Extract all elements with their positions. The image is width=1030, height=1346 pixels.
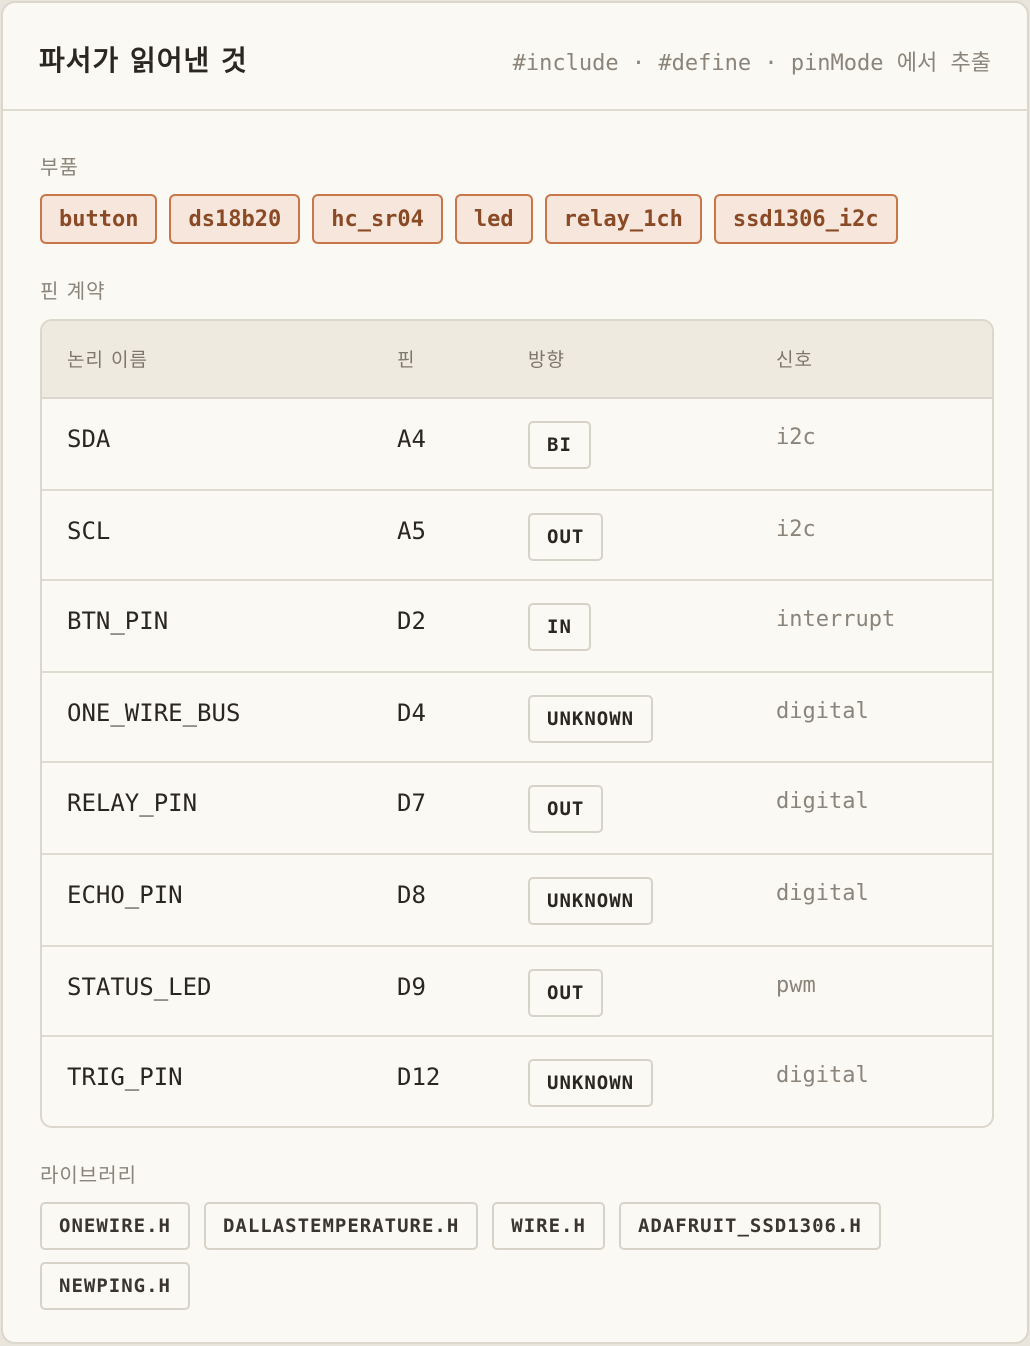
pin-number: D9 bbox=[397, 973, 426, 1001]
column-header-name: 논리 이름 bbox=[67, 349, 148, 371]
pin-contract-label: 핀 계약 bbox=[40, 279, 106, 303]
pin-number: D2 bbox=[397, 607, 426, 635]
component-chip-list: button ds18b20 hc_sr04 led relay_1ch ssd… bbox=[40, 194, 898, 244]
pin-name: BTN_PIN bbox=[67, 607, 169, 635]
table-row: SCL A5 OUT i2c bbox=[42, 491, 992, 581]
pin-name: TRIG_PIN bbox=[67, 1063, 183, 1091]
library-tag[interactable]: NEWPING.H bbox=[40, 1262, 190, 1310]
pin-contract-table: 논리 이름 핀 방향 신호 SDA A4 BI i2c SCL A5 OUT i… bbox=[40, 319, 994, 1128]
component-chip[interactable]: ssd1306_i2c bbox=[713, 194, 898, 244]
column-header-direction: 방향 bbox=[528, 349, 565, 371]
signal-type: i2c bbox=[776, 517, 816, 542]
pin-name: RELAY_PIN bbox=[67, 789, 198, 817]
library-tag[interactable]: WIRE.H bbox=[492, 1202, 605, 1250]
table-row: ECHO_PIN D8 UNKNOWN digital bbox=[42, 855, 992, 947]
direction-badge: UNKNOWN bbox=[528, 1059, 654, 1107]
card-header: 파서가 읽어낸 것 #include · #define · pinMode 에… bbox=[3, 3, 1027, 111]
signal-type: digital bbox=[776, 1063, 869, 1088]
direction-badge: UNKNOWN bbox=[528, 695, 654, 743]
component-chip[interactable]: relay_1ch bbox=[544, 194, 702, 244]
parser-result-card: 파서가 읽어낸 것 #include · #define · pinMode 에… bbox=[1, 1, 1029, 1344]
pin-name: SDA bbox=[67, 425, 111, 453]
pin-name: ONE_WIRE_BUS bbox=[67, 699, 241, 727]
pin-number: D8 bbox=[397, 881, 426, 909]
signal-type: digital bbox=[776, 699, 869, 724]
direction-badge: OUT bbox=[528, 513, 604, 561]
table-row: BTN_PIN D2 IN interrupt bbox=[42, 581, 992, 673]
pin-number: D12 bbox=[397, 1063, 441, 1091]
direction-badge: OUT bbox=[528, 785, 604, 833]
direction-badge: IN bbox=[528, 603, 591, 651]
table-row: SDA A4 BI i2c bbox=[42, 399, 992, 491]
component-chip[interactable]: ds18b20 bbox=[169, 194, 301, 244]
table-header: 논리 이름 핀 방향 신호 bbox=[42, 321, 992, 399]
column-header-signal: 신호 bbox=[776, 349, 813, 371]
library-tag[interactable]: ADAFRUIT_SSD1306.H bbox=[618, 1202, 881, 1250]
direction-badge: BI bbox=[528, 421, 591, 469]
library-tag[interactable]: DALLASTEMPERATURE.H bbox=[203, 1202, 479, 1250]
table-row: RELAY_PIN D7 OUT digital bbox=[42, 763, 992, 855]
libraries-label: 라이브러리 bbox=[40, 1163, 137, 1187]
pin-number: A5 bbox=[397, 517, 426, 545]
table-row: ONE_WIRE_BUS D4 UNKNOWN digital bbox=[42, 673, 992, 763]
column-header-pin: 핀 bbox=[397, 349, 416, 371]
table-row: TRIG_PIN D12 UNKNOWN digital bbox=[42, 1037, 992, 1126]
pin-number: A4 bbox=[397, 425, 426, 453]
library-tag-list: ONEWIRE.H DALLASTEMPERATURE.H WIRE.H ADA… bbox=[40, 1202, 1000, 1310]
direction-badge: OUT bbox=[528, 969, 604, 1017]
table-row: STATUS_LED D9 OUT pwm bbox=[42, 947, 992, 1037]
pin-name: ECHO_PIN bbox=[67, 881, 183, 909]
signal-type: pwm bbox=[776, 973, 816, 998]
page-title: 파서가 읽어낸 것 bbox=[39, 44, 248, 77]
library-tag[interactable]: ONEWIRE.H bbox=[40, 1202, 190, 1250]
signal-type: digital bbox=[776, 881, 869, 906]
component-chip[interactable]: hc_sr04 bbox=[312, 194, 443, 244]
components-label: 부품 bbox=[40, 155, 79, 179]
page-subtitle: #include · #define · pinMode 에서 추출 bbox=[512, 51, 991, 76]
component-chip[interactable]: led bbox=[454, 194, 533, 244]
signal-type: interrupt bbox=[776, 607, 896, 632]
pin-name: SCL bbox=[67, 517, 111, 545]
direction-badge: UNKNOWN bbox=[528, 877, 654, 925]
signal-type: i2c bbox=[776, 425, 816, 450]
pin-number: D7 bbox=[397, 789, 426, 817]
component-chip[interactable]: button bbox=[40, 194, 158, 244]
signal-type: digital bbox=[776, 789, 869, 814]
pin-name: STATUS_LED bbox=[67, 973, 212, 1001]
pin-number: D4 bbox=[397, 699, 426, 727]
